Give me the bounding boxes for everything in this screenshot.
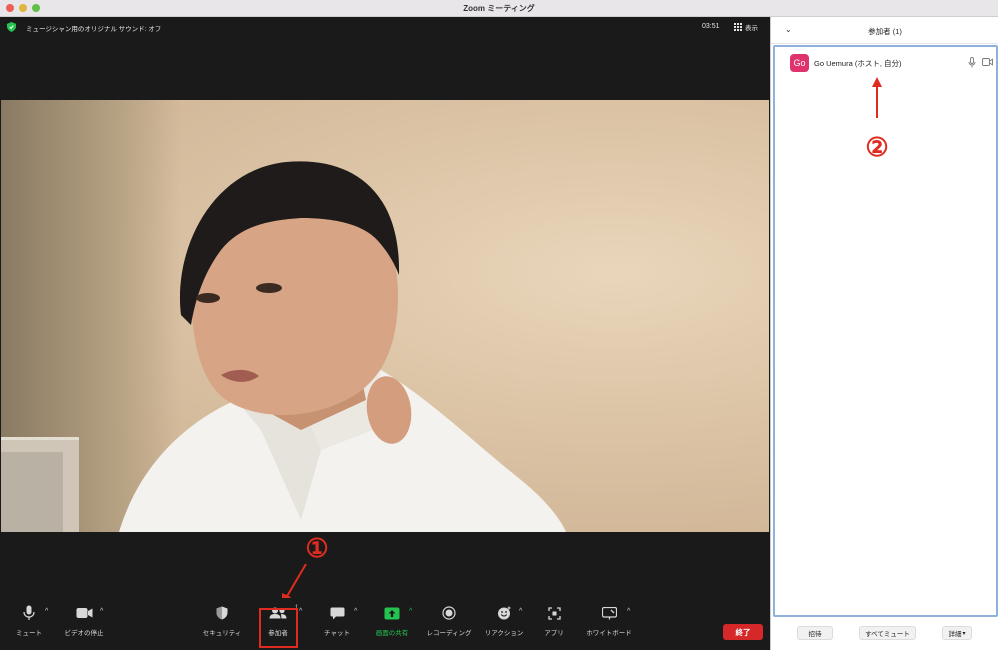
meeting-info-text[interactable]: ミュージシャン用のオリジナル サウンド: オフ [26,23,161,33]
reactions-options-caret-icon[interactable]: ^ [519,608,522,615]
more-options-button[interactable]: 詳細 ▾ [942,626,972,640]
participant-video [1,100,769,532]
security-label: セキュリティ [202,630,242,637]
view-button[interactable]: 表示 [734,22,758,32]
record-button[interactable]: レコーディング [424,602,474,646]
invite-button[interactable]: 招待 [797,626,833,640]
annotation-arrow-two [872,77,882,118]
security-shield-icon [216,606,228,620]
record-icon [442,606,456,620]
security-button[interactable]: セキュリティ [201,602,243,646]
participants-options-caret-icon[interactable]: ^ [299,608,302,615]
end-meeting-button[interactable]: 終了 [723,624,763,640]
chat-label: チャット [324,630,350,637]
stop-video-label: ビデオの停止 [64,630,104,637]
participants-panel-header: ⌄ 参加者 (1) [771,17,998,44]
whiteboard-options-caret-icon[interactable]: ^ [627,608,630,615]
video-options-caret-icon[interactable]: ^ [100,608,103,615]
meeting-toolbar: ミュート ^ ビデオの停止 ^ セキュリティ 1 参加者 ^ チャット ^ 画面… [0,598,770,650]
mute-all-button[interactable]: すべてミュート [859,626,916,640]
grid-view-icon [734,23,742,31]
participants-panel: ⌄ 参加者 (1) Go Go Uemura (ホスト, 自分) ② 招待 すべ… [770,17,998,650]
share-screen-button[interactable]: 画面の共有 [373,602,411,646]
chat-options-caret-icon[interactable]: ^ [354,608,357,615]
participants-panel-footer: 招待 すべてミュート 詳細 ▾ [771,621,998,650]
meeting-top-bar: ミュージシャン用のオリジナル サウンド: オフ 03:51 表示 [0,17,770,37]
window-titlebar: Zoom ミーティング [0,0,998,17]
apps-label: アプリ [544,630,564,637]
participant-video-camera-icon[interactable] [982,58,993,66]
mute-label: ミュート [16,630,42,637]
view-label: 表示 [745,25,758,32]
share-screen-label: 画面の共有 [375,630,409,637]
microphone-icon [23,605,35,620]
participants-list: Go Go Uemura (ホスト, 自分) ② [773,45,998,617]
share-screen-icon [384,607,400,619]
annotation-two: ② [865,131,889,162]
whiteboard-label: ホワイトボード [586,630,632,637]
participant-row[interactable]: Go Go Uemura (ホスト, 自分) [790,54,995,72]
mute-button[interactable]: ミュート [14,602,44,646]
participants-highlight-box [259,608,298,648]
encryption-shield-icon[interactable] [7,22,16,32]
participants-panel-title: 参加者 (1) [868,27,902,36]
person-figure [119,161,566,532]
reactions-label: リアクション [484,630,524,637]
apps-button[interactable]: アプリ [542,602,566,646]
reactions-smiley-icon [497,606,510,620]
chat-button[interactable]: チャット [322,602,352,646]
apps-icon [547,606,561,620]
whiteboard-icon [601,606,617,619]
meeting-area: ミュージシャン用のオリジナル サウンド: オフ 03:51 表示 ① [0,17,770,650]
participant-name: Go Uemura (ホスト, 自分) [814,58,902,68]
mute-options-caret-icon[interactable]: ^ [45,608,48,615]
video-camera-icon [76,608,92,618]
meeting-clock: 03:51 [702,23,720,30]
participant-microphone-icon[interactable] [968,57,976,68]
participant-avatar: Go [790,54,809,72]
record-label: レコーディング [426,630,472,637]
window-title: Zoom ミーティング [463,4,535,13]
chat-bubble-icon [330,607,344,619]
more-options-chevron-icon: ▾ [962,630,966,637]
share-options-caret-icon[interactable]: ^ [409,608,412,615]
more-options-label: 詳細 [948,631,962,638]
